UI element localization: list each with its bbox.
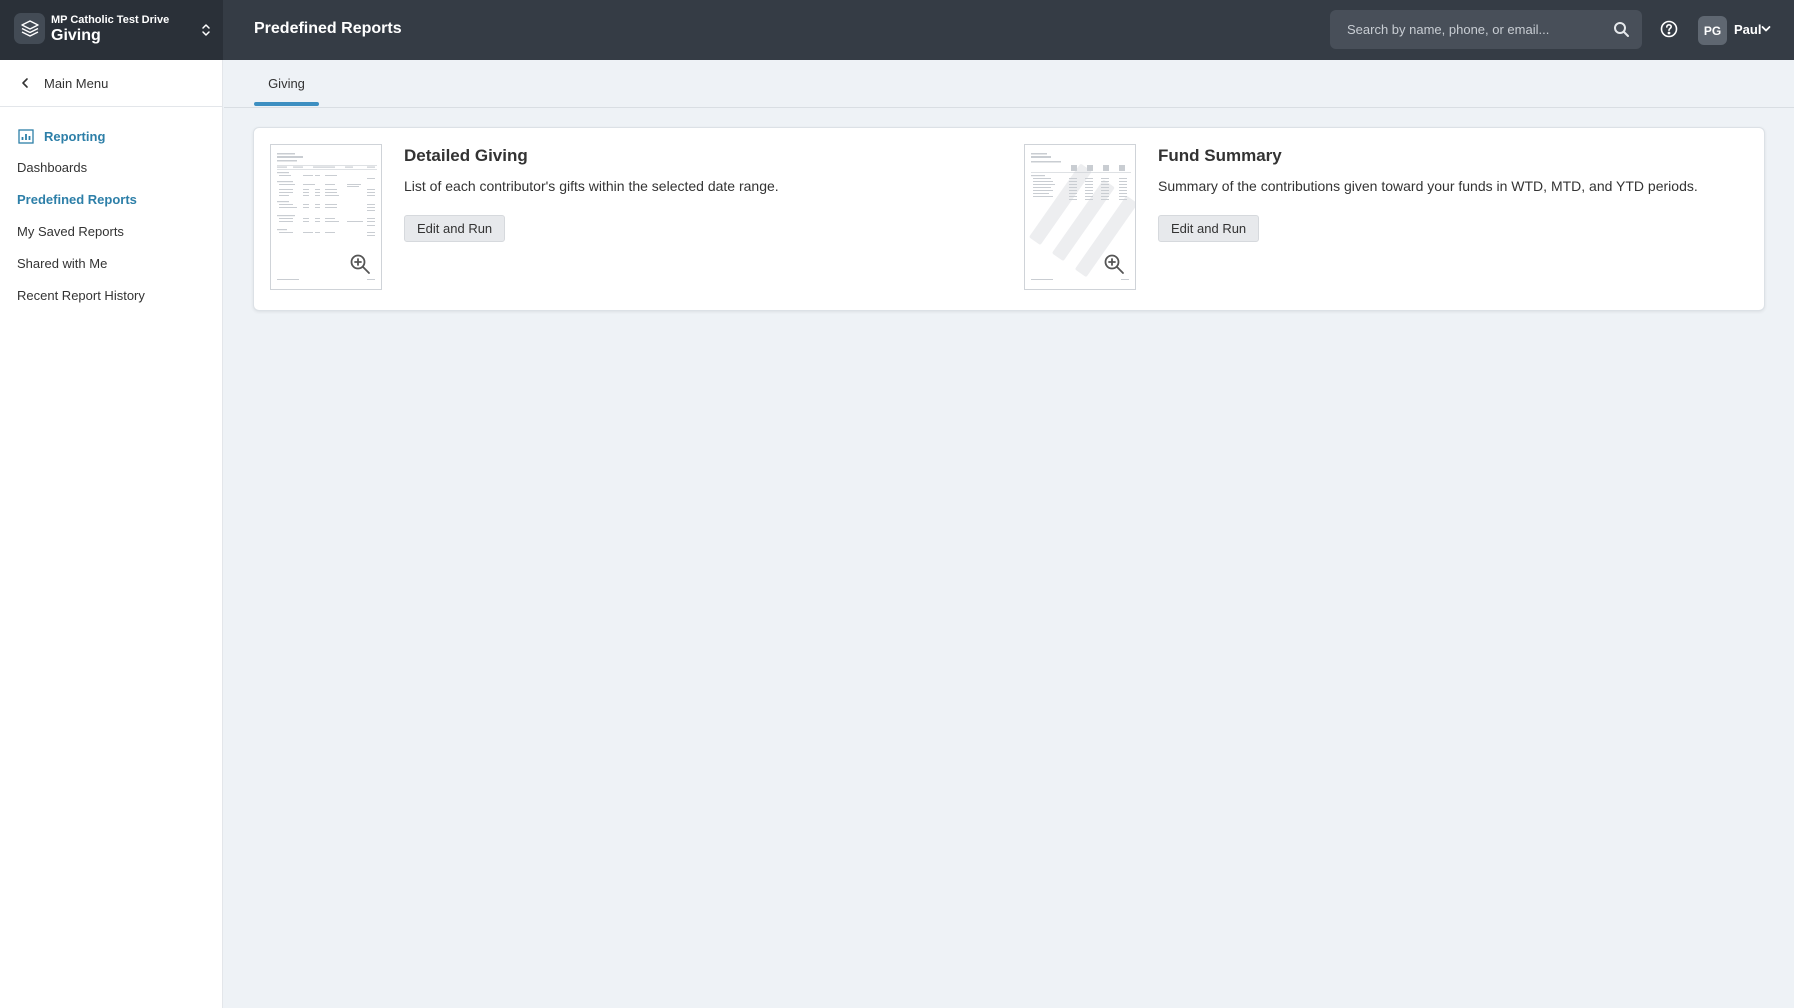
help-circle-icon[interactable] — [1660, 20, 1678, 38]
layers-icon — [14, 13, 45, 44]
report-title: Detailed Giving — [404, 146, 528, 165]
sidebar-item-shared-with-me[interactable]: Shared with Me — [17, 256, 107, 271]
tab-giving[interactable]: Giving — [254, 60, 319, 108]
chevron-updown-icon[interactable] — [198, 19, 214, 41]
tab-label: Giving — [268, 76, 305, 91]
user-name[interactable]: Paul — [1734, 22, 1761, 37]
chevron-down-icon[interactable] — [1760, 23, 1772, 35]
zoom-in-icon[interactable] — [349, 253, 371, 275]
sidebar: Main Menu Reporting Dashboards Predefine… — [0, 60, 223, 1008]
sidebar-item-dashboards[interactable]: Dashboards — [17, 160, 87, 175]
report-thumbnail[interactable] — [1024, 144, 1136, 290]
avatar[interactable]: PG — [1698, 16, 1727, 45]
report-title: Fund Summary — [1158, 146, 1282, 165]
sidebar-item-recent-report-history[interactable]: Recent Report History — [17, 288, 145, 303]
app-switcher[interactable]: MP Catholic Test Drive Giving — [0, 0, 223, 60]
chevron-left-icon — [22, 78, 28, 88]
module-name: Giving — [51, 27, 101, 44]
zoom-in-icon[interactable] — [1103, 253, 1125, 275]
edit-and-run-button[interactable]: Edit and Run — [404, 215, 506, 242]
section-label: Reporting — [44, 129, 106, 144]
top-bar: MP Catholic Test Drive Giving Predefined… — [0, 0, 1794, 60]
global-search — [1330, 10, 1642, 49]
report-thumbnail[interactable] — [270, 144, 382, 290]
sidebar-item-my-saved-reports[interactable]: My Saved Reports — [17, 224, 124, 239]
tab-active-indicator — [254, 102, 319, 106]
bar-chart-icon — [18, 129, 34, 144]
tab-bar: Giving — [224, 60, 1794, 108]
search-icon[interactable] — [1613, 21, 1630, 38]
edit-and-run-button[interactable]: Edit and Run — [1158, 215, 1260, 242]
sidebar-item-predefined-reports[interactable]: Predefined Reports — [17, 192, 137, 207]
search-input[interactable] — [1330, 10, 1610, 49]
main-menu-label: Main Menu — [44, 76, 109, 91]
report-card-fund-summary: Fund Summary Summary of the contribution… — [1008, 128, 1764, 312]
report-card-detailed-giving: Detailed Giving List of each contributor… — [254, 128, 1008, 312]
report-description: List of each contributor's gifts within … — [404, 178, 779, 194]
main-menu-link[interactable]: Main Menu — [0, 60, 222, 107]
org-name: MP Catholic Test Drive — [51, 14, 170, 26]
report-description: Summary of the contributions given towar… — [1158, 178, 1698, 194]
page-title: Predefined Reports — [254, 20, 402, 37]
reports-panel: Detailed Giving List of each contributor… — [253, 127, 1765, 311]
sidebar-section-reporting[interactable]: Reporting — [0, 126, 222, 148]
